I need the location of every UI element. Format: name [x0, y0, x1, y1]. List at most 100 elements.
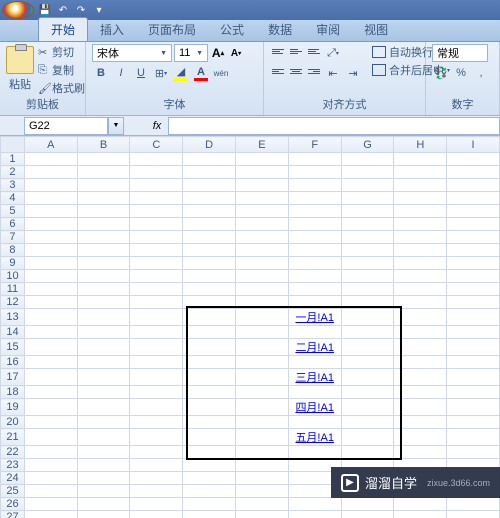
cell[interactable] — [341, 309, 394, 326]
cell[interactable] — [236, 472, 289, 485]
cell[interactable] — [341, 231, 394, 244]
cell[interactable] — [77, 416, 130, 429]
underline-button[interactable]: U — [132, 64, 150, 82]
cell[interactable] — [77, 472, 130, 485]
row-header[interactable]: 24 — [1, 472, 25, 485]
cell[interactable] — [130, 472, 183, 485]
cell[interactable] — [24, 205, 77, 218]
cell[interactable] — [341, 244, 394, 257]
cell[interactable] — [447, 356, 500, 369]
cell[interactable] — [24, 511, 77, 518]
select-all-corner[interactable] — [1, 137, 25, 153]
tab-home[interactable]: 开始 — [38, 17, 88, 41]
cell[interactable] — [183, 399, 236, 416]
grow-font-button[interactable]: A▴ — [210, 45, 226, 61]
cell[interactable] — [341, 205, 394, 218]
cell[interactable] — [394, 205, 447, 218]
cell[interactable] — [24, 472, 77, 485]
cell[interactable] — [288, 416, 341, 429]
cell[interactable] — [130, 179, 183, 192]
cell[interactable] — [236, 166, 289, 179]
cell[interactable] — [236, 356, 289, 369]
currency-button[interactable]: 💱 — [432, 64, 450, 82]
cell[interactable] — [130, 296, 183, 309]
cell[interactable] — [341, 153, 394, 166]
align-center-button[interactable] — [288, 64, 304, 78]
row-header[interactable]: 1 — [1, 153, 25, 166]
cell[interactable] — [394, 153, 447, 166]
save-icon[interactable]: 💾 — [38, 3, 52, 17]
cell[interactable] — [24, 296, 77, 309]
cell[interactable] — [394, 296, 447, 309]
cell[interactable] — [394, 244, 447, 257]
cell[interactable] — [288, 218, 341, 231]
cell[interactable] — [183, 231, 236, 244]
cell[interactable] — [77, 231, 130, 244]
italic-button[interactable]: I — [112, 64, 130, 82]
cell[interactable] — [447, 166, 500, 179]
cell[interactable] — [236, 244, 289, 257]
hyperlink-cell[interactable]: 五月!A1 — [289, 429, 341, 445]
row-header[interactable]: 23 — [1, 459, 25, 472]
formula-bar[interactable] — [168, 117, 500, 135]
cell[interactable] — [183, 244, 236, 257]
border-button[interactable]: ⊞▾ — [152, 64, 170, 82]
cell[interactable] — [77, 257, 130, 270]
spreadsheet-grid[interactable]: ABCDEFGHI12345678910111213一月!A11415二月!A1… — [0, 136, 500, 518]
cell[interactable] — [24, 416, 77, 429]
fill-color-button[interactable]: ◢ — [172, 64, 190, 82]
bold-button[interactable]: B — [92, 64, 110, 82]
cell[interactable] — [394, 498, 447, 511]
cell[interactable] — [183, 459, 236, 472]
cell[interactable] — [341, 416, 394, 429]
cell[interactable] — [236, 270, 289, 283]
cell[interactable] — [183, 218, 236, 231]
tab-review[interactable]: 审阅 — [304, 18, 352, 41]
cell[interactable] — [183, 498, 236, 511]
cell[interactable] — [236, 446, 289, 459]
cell[interactable] — [341, 257, 394, 270]
cell[interactable] — [394, 369, 447, 386]
cell[interactable] — [447, 153, 500, 166]
cell[interactable] — [341, 356, 394, 369]
cell[interactable] — [130, 218, 183, 231]
cell[interactable] — [447, 296, 500, 309]
col-header[interactable]: I — [447, 137, 500, 153]
cell[interactable] — [24, 446, 77, 459]
cell[interactable] — [77, 205, 130, 218]
cell[interactable] — [394, 283, 447, 296]
cell[interactable] — [130, 429, 183, 446]
row-header[interactable]: 8 — [1, 244, 25, 257]
cell[interactable] — [236, 339, 289, 356]
cell[interactable] — [24, 179, 77, 192]
hyperlink-cell[interactable]: 四月!A1 — [289, 399, 341, 415]
cell[interactable] — [288, 257, 341, 270]
cell[interactable] — [24, 399, 77, 416]
cell[interactable] — [236, 498, 289, 511]
cell[interactable] — [394, 218, 447, 231]
cell[interactable] — [447, 192, 500, 205]
row-header[interactable]: 20 — [1, 416, 25, 429]
cell[interactable] — [447, 257, 500, 270]
hyperlink-cell[interactable]: 二月!A1 — [289, 339, 341, 355]
cell[interactable] — [236, 257, 289, 270]
redo-icon[interactable]: ↷ — [74, 3, 88, 17]
cell[interactable] — [24, 218, 77, 231]
cell[interactable] — [447, 386, 500, 399]
cell[interactable] — [183, 429, 236, 446]
undo-icon[interactable]: ↶ — [56, 3, 70, 17]
cell[interactable] — [236, 369, 289, 386]
hyperlink-cell[interactable]: 一月!A1 — [289, 309, 341, 325]
cell[interactable] — [24, 231, 77, 244]
cell[interactable] — [341, 446, 394, 459]
cell[interactable] — [24, 166, 77, 179]
cell[interactable] — [24, 244, 77, 257]
cell[interactable] — [394, 386, 447, 399]
cell[interactable] — [130, 270, 183, 283]
cell[interactable] — [77, 270, 130, 283]
font-name-combo[interactable]: 宋体▼ — [92, 44, 172, 62]
cell[interactable] — [130, 386, 183, 399]
number-format-combo[interactable]: 常规 — [432, 44, 488, 62]
office-button[interactable] — [2, 1, 34, 19]
col-header[interactable]: C — [130, 137, 183, 153]
